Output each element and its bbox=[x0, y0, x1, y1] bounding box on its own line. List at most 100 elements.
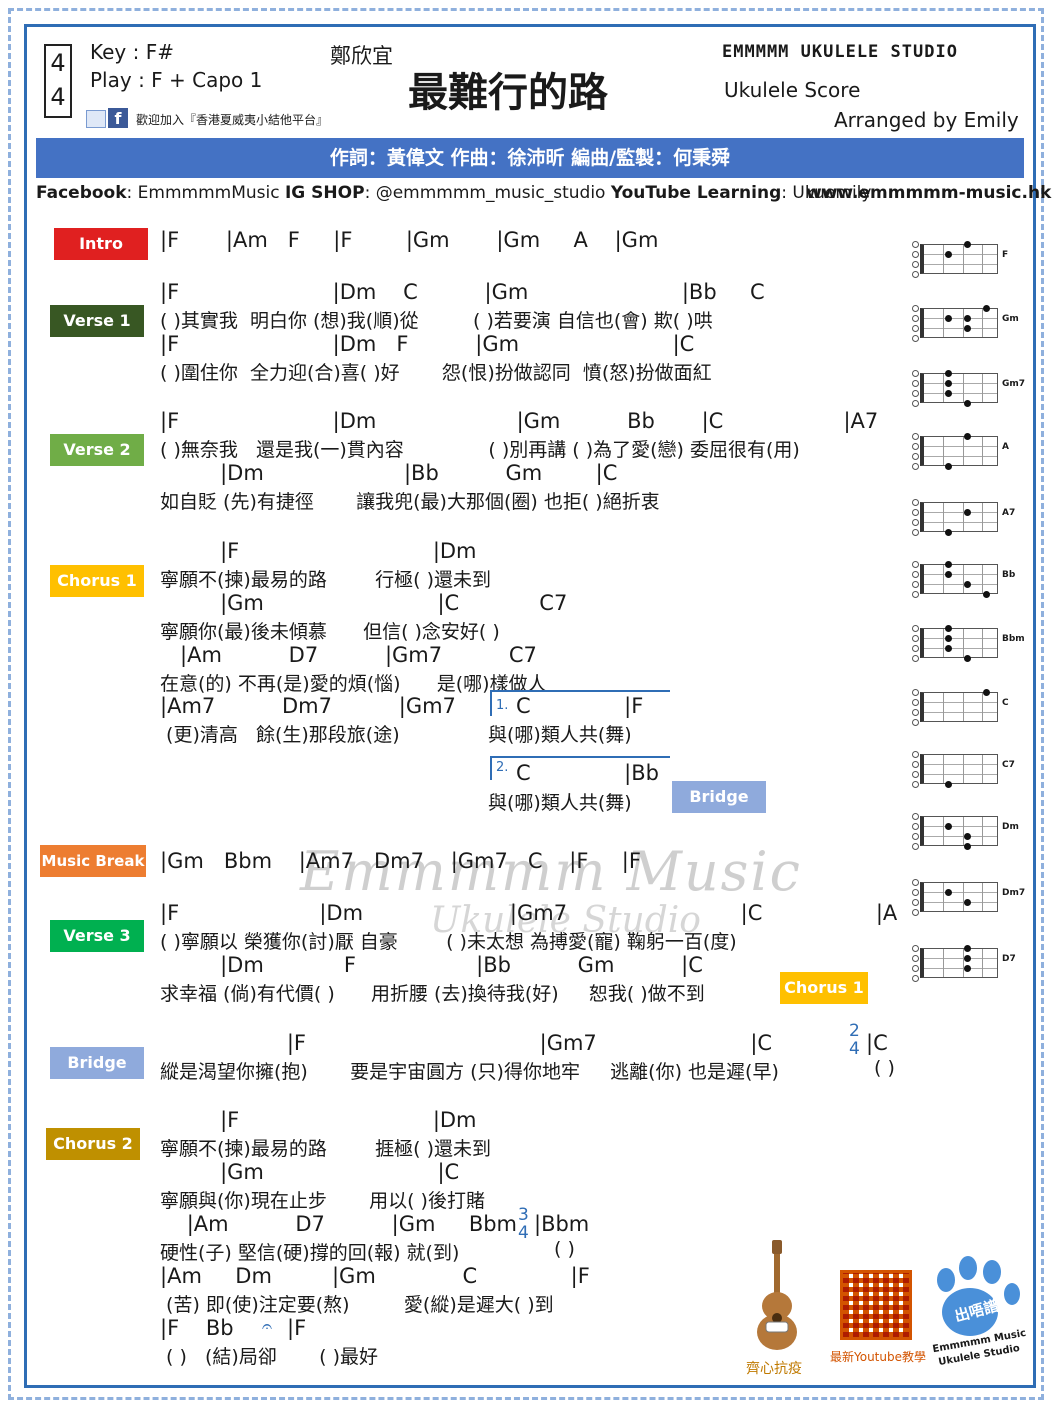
chorus2-time-signature: 3 4 bbox=[518, 1206, 529, 1242]
open-string-marker bbox=[912, 443, 919, 450]
chord-diagram: D7 bbox=[912, 940, 1016, 984]
chord-diagram: Dm bbox=[912, 808, 1019, 852]
finger-dot bbox=[945, 625, 952, 632]
open-string-marker bbox=[912, 709, 919, 716]
chord-diagram-grid bbox=[920, 948, 998, 978]
bridge-ts-lyric: ( ) bbox=[874, 1057, 895, 1079]
open-string-marker bbox=[912, 251, 919, 258]
ending1-chords: C |F bbox=[516, 694, 644, 718]
ig-label: IG SHOP bbox=[284, 183, 365, 203]
label-music-break: Music Break bbox=[40, 845, 146, 877]
chord-diagram-grid bbox=[920, 436, 998, 466]
open-string-marker bbox=[912, 433, 919, 440]
open-string-marker bbox=[912, 453, 919, 460]
time-signature: 4 4 bbox=[44, 44, 72, 118]
finger-dot bbox=[964, 955, 971, 962]
website-link[interactable]: www.emmmmm-music.hk bbox=[806, 183, 1051, 203]
chord-diagram-name: Dm7 bbox=[1002, 888, 1026, 898]
finger-dot bbox=[945, 823, 952, 830]
qr-code-icon[interactable] bbox=[840, 1270, 912, 1340]
bridge-lyric: 縱是渴望你擁(抱) 要是宇宙圓方 (只)得你地牢 逃離(你) 也是遲(早) bbox=[160, 1061, 779, 1083]
chorus1-chords-4: |Am7 Dm7 |Gm7 bbox=[160, 694, 456, 718]
finger-dot bbox=[945, 561, 952, 568]
label-chorus1: Chorus 1 bbox=[50, 565, 144, 597]
chorus1-tag: Chorus 1 bbox=[780, 972, 868, 1004]
bridge-chords: |F |Gm7 |C bbox=[160, 1031, 773, 1055]
open-string-marker bbox=[912, 625, 919, 632]
facebook-label: Facebook bbox=[36, 183, 127, 203]
chord-diagram: Gm7 bbox=[912, 365, 1025, 409]
open-string-marker bbox=[912, 315, 919, 322]
chorus2-lyric-5: ( ) (結)局卻 ( )最好 bbox=[160, 1346, 378, 1368]
bridge-ts-chord: |C bbox=[866, 1031, 888, 1055]
studio-logo: EMMMMM UKULELE STUDIO bbox=[722, 42, 958, 62]
chorus2-ts-lyric: ( ) bbox=[554, 1238, 575, 1260]
label-chorus2: Chorus 2 bbox=[46, 1128, 140, 1160]
open-string-marker bbox=[912, 519, 919, 526]
score-type: Ukulele Score bbox=[724, 78, 861, 102]
chord-diagram: Bb bbox=[912, 556, 1015, 600]
label-verse2: Verse 2 bbox=[50, 434, 144, 466]
chorus1-chords-3: |Am D7 |Gm7 C7 bbox=[160, 643, 537, 667]
open-string-marker bbox=[912, 823, 919, 830]
finger-dot bbox=[964, 655, 971, 662]
finger-dot bbox=[964, 325, 971, 332]
play-label: Play : F + Capo 1 bbox=[90, 68, 263, 92]
bridge-ts-bottom: 4 bbox=[849, 1039, 860, 1059]
facebook-icon[interactable]: f bbox=[108, 108, 128, 128]
chord-diagram: Gm bbox=[912, 300, 1019, 344]
verse3-lyric-1: ( )寧願以 榮獲你(討)厭 自豪 ( )未太想 為搏愛(寵) 鞠躬一百(度) bbox=[160, 931, 737, 953]
finger-dot bbox=[964, 843, 971, 850]
open-string-marker bbox=[912, 889, 919, 896]
song-title: 最難行的路 bbox=[408, 70, 608, 116]
open-string-marker bbox=[912, 271, 919, 278]
open-string-marker bbox=[912, 781, 919, 788]
chorus1-lyric-4: (更)清高 餘(生)那段旅(途) bbox=[160, 724, 400, 746]
finger-dot bbox=[964, 241, 971, 248]
chord-diagram-grid bbox=[920, 754, 998, 784]
label-intro: Intro bbox=[54, 228, 148, 260]
open-string-marker bbox=[912, 945, 919, 952]
ending2-lyric: 與(哪)類人共(舞) bbox=[488, 792, 632, 814]
chord-diagram: A7 bbox=[912, 494, 1015, 538]
open-string-marker bbox=[912, 635, 919, 642]
finger-dot bbox=[983, 305, 990, 312]
chorus2-chords-5: |F Bb |F bbox=[160, 1316, 307, 1340]
chord-diagram-name: Bb bbox=[1002, 570, 1016, 580]
chord-diagram: C7 bbox=[912, 746, 1015, 790]
open-string-marker bbox=[912, 965, 919, 972]
bridge-ts-top: 2 bbox=[849, 1021, 860, 1041]
verse2-lyric-1: ( )無奈我 還是我(一)貫內容 ( )別再講 ( )為了愛(戀) 委屈很有(用… bbox=[160, 439, 800, 461]
chord-diagram: Bbm bbox=[912, 620, 1025, 664]
chorus2-chords-3: |Am D7 |Gm Bbm bbox=[160, 1212, 518, 1236]
chorus1-chords-2: |Gm |C C7 bbox=[160, 591, 568, 615]
open-string-marker bbox=[912, 380, 919, 387]
chorus1-lyric-2: 寧願你(最)後未傾慕 但信( )念安好( ) bbox=[160, 621, 500, 643]
chord-diagram-name: Bbm bbox=[1002, 634, 1025, 644]
open-string-marker bbox=[912, 879, 919, 886]
open-string-marker bbox=[912, 241, 919, 248]
chorus2-lyric-4: (苦) 即(使)注定要(熬) 愛(縱)是遲大( )到 bbox=[160, 1294, 554, 1316]
ending2-number: 2. bbox=[496, 760, 509, 775]
open-string-marker bbox=[912, 261, 919, 268]
finger-dot bbox=[964, 315, 971, 322]
chord-diagram: F bbox=[912, 236, 1010, 280]
open-string-marker bbox=[912, 509, 919, 516]
open-string-marker bbox=[912, 581, 919, 588]
chord-diagram-grid bbox=[920, 692, 998, 722]
open-string-marker bbox=[912, 645, 919, 652]
ukulele-caption: 齊心抗疫 bbox=[746, 1361, 802, 1377]
credits-banner: 作詞：黃偉文 作曲：徐沛昕 編曲/監製：何秉舜 bbox=[36, 138, 1024, 178]
finger-dot bbox=[945, 370, 952, 377]
ending2-chords: C |Bb bbox=[516, 761, 659, 785]
youtube-label: YouTube Learning bbox=[610, 183, 782, 203]
verse2-lyric-2: 如自貶 (先)有捷徑 讓我兜(最)大那個(圈) 也拒( )絕折衷 bbox=[160, 491, 660, 513]
finger-dot bbox=[964, 400, 971, 407]
open-string-marker bbox=[912, 499, 919, 506]
open-string-marker bbox=[912, 843, 919, 850]
verse2-chords-1: |F |Dm |Gm Bb |C |A7 bbox=[160, 409, 879, 433]
label-verse1: Verse 1 bbox=[50, 305, 144, 337]
open-string-marker bbox=[912, 325, 919, 332]
open-string-marker bbox=[912, 699, 919, 706]
finger-dot bbox=[964, 945, 971, 952]
